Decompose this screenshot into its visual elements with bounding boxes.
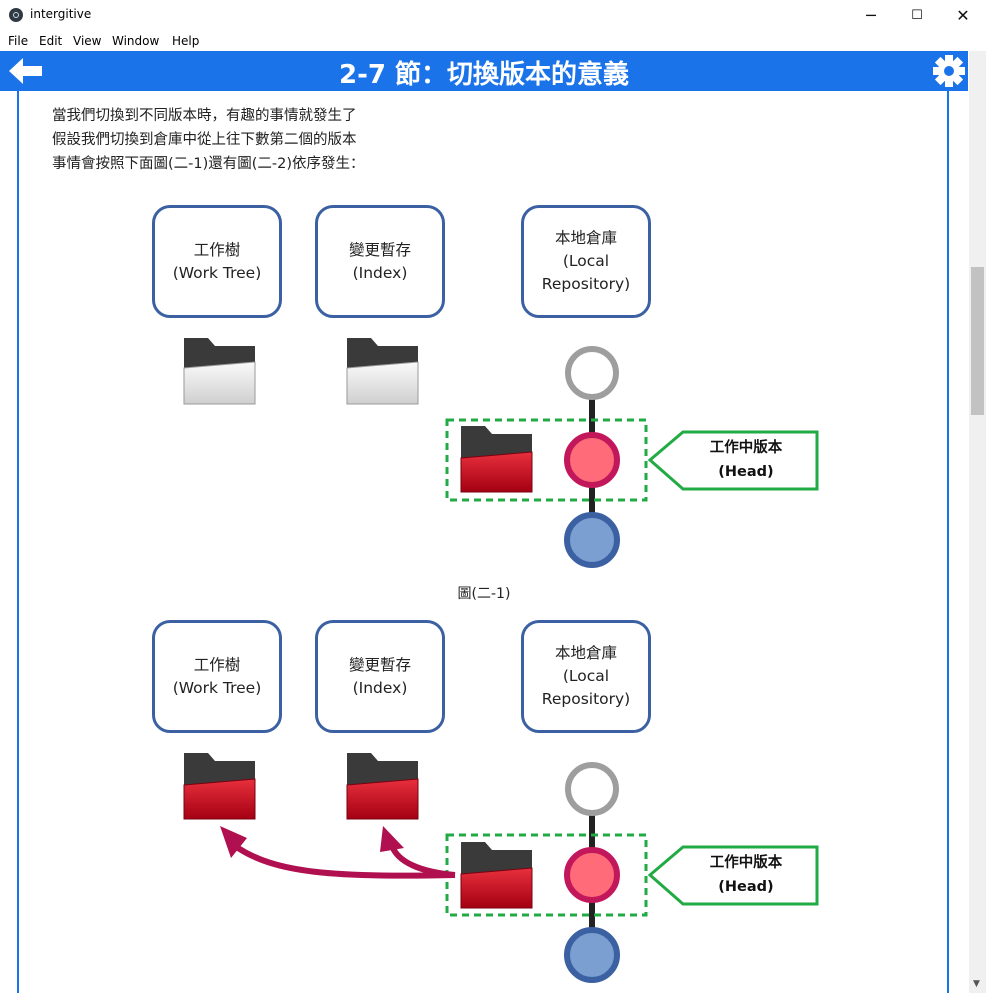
work-tree-box: 工作樹 (Work Tree) xyxy=(152,620,282,733)
index-box: 變更暫存 (Index) xyxy=(315,620,445,733)
scroll-down-arrow-icon[interactable]: ▼ xyxy=(973,979,980,989)
work-tree-box: 工作樹 (Work Tree) xyxy=(152,205,282,318)
folder-icon-worktree-red xyxy=(183,753,256,820)
head-label-line: 工作中版本 xyxy=(709,855,783,871)
head-label-line: (Head) xyxy=(718,879,774,895)
box-label: 本地倉庫 xyxy=(554,229,617,247)
local-repository-box: 本地倉庫 (Local Repository) xyxy=(521,620,651,733)
box-label: 工作樹 xyxy=(193,240,241,259)
commit-node-empty xyxy=(565,762,619,816)
commit-node-head xyxy=(564,432,620,488)
box-label: 變更暫存 xyxy=(348,240,411,259)
folder-icon-index-red xyxy=(346,753,419,820)
figure-caption: 圖(二-1) xyxy=(457,586,511,602)
index-box: 變更暫存 (Index) xyxy=(315,205,445,318)
box-label: (Index) xyxy=(352,678,408,697)
box-label: (Work Tree) xyxy=(172,263,262,282)
vertical-scrollbar[interactable]: ▼ xyxy=(969,51,986,993)
box-label: 變更暫存 xyxy=(348,655,411,674)
head-label-line: (Head) xyxy=(718,464,774,480)
box-label: Repository) xyxy=(541,690,631,708)
scrollbar-thumb[interactable] xyxy=(971,267,984,415)
folder-icon-repo-red xyxy=(460,842,533,909)
box-label: 工作樹 xyxy=(193,655,241,674)
diagram-graphics xyxy=(183,338,819,983)
box-label: (Work Tree) xyxy=(172,678,262,697)
head-label: 工作中版本 (Head) xyxy=(676,851,816,899)
folder-icon-index-empty xyxy=(346,338,419,405)
commit-node-empty xyxy=(565,346,619,400)
box-label: Repository) xyxy=(541,275,631,293)
commit-node-blue xyxy=(564,927,620,983)
box-label: 本地倉庫 xyxy=(554,644,617,662)
box-label: (Index) xyxy=(352,263,408,282)
commit-node-blue xyxy=(564,512,620,568)
box-label: (Local xyxy=(562,667,610,685)
folder-icon-repo-red xyxy=(460,426,533,493)
box-label: (Local xyxy=(562,252,610,270)
folder-icon-worktree-empty xyxy=(183,338,256,405)
head-label-line: 工作中版本 xyxy=(709,440,783,456)
commit-node-head xyxy=(564,847,620,903)
checkout-arrows xyxy=(220,826,456,879)
head-label: 工作中版本 (Head) xyxy=(676,436,816,484)
local-repository-box: 本地倉庫 (Local Repository) xyxy=(521,205,651,318)
